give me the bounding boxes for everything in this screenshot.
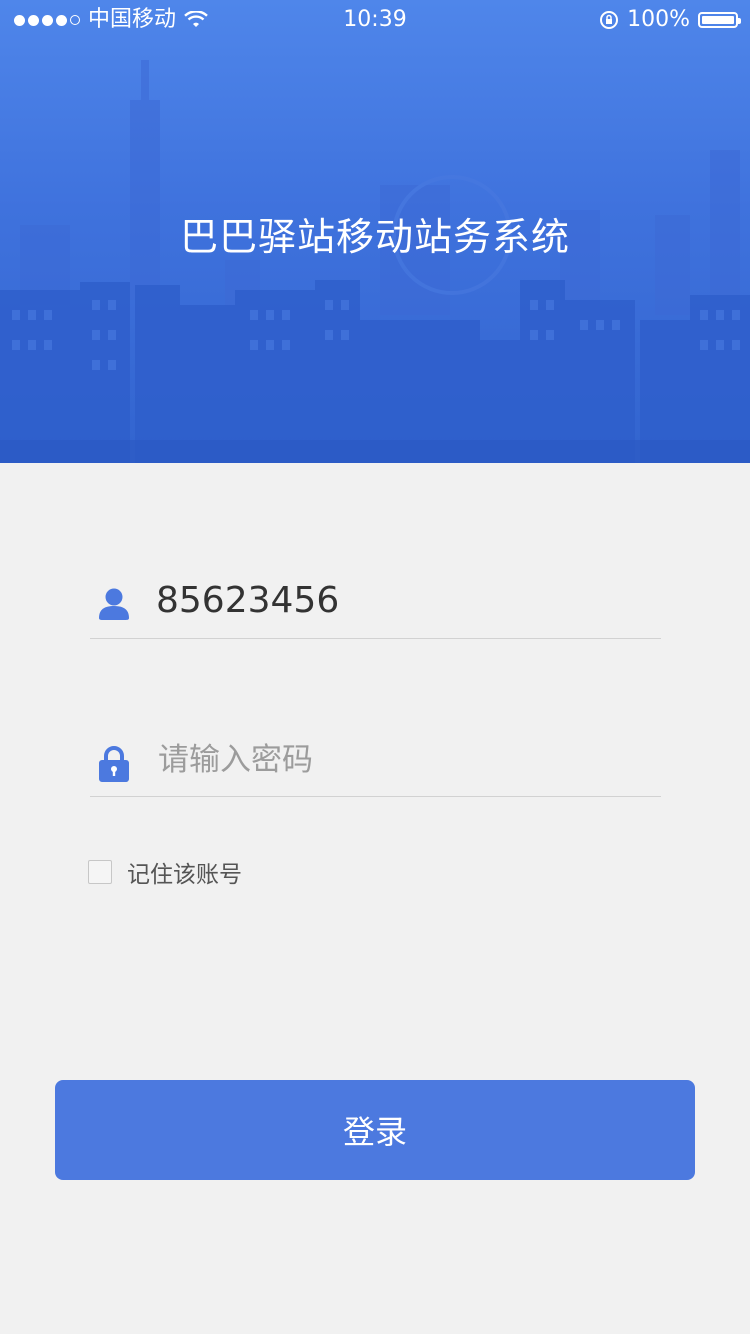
remember-checkbox[interactable] [88,860,112,884]
password-placeholder[interactable]: 请输入密码 [158,740,313,780]
remember-label: 记住该账号 [127,862,242,888]
remember-account-row[interactable]: 记住该账号 [88,858,242,888]
battery-icon [698,12,741,28]
password-field[interactable]: 请输入密码 [90,736,661,797]
username-field[interactable]: 85623456 [90,578,661,639]
login-button[interactable]: 登录 [55,1080,695,1180]
battery-percent: 100% [627,7,690,32]
login-button-label: 登录 [342,1113,407,1151]
lock-icon [99,746,129,782]
status-right: 100% [599,0,741,40]
status-bar: 中国移动 10:39 100% [0,0,750,40]
user-icon [99,588,129,620]
header-banner: 中国移动 10:39 100% 巴巴驿站移动站务系统 [0,0,750,463]
rotation-lock-icon [600,11,619,29]
app-title: 巴巴驿站移动站务系统 [179,215,570,259]
username-value[interactable]: 85623456 [156,578,339,624]
